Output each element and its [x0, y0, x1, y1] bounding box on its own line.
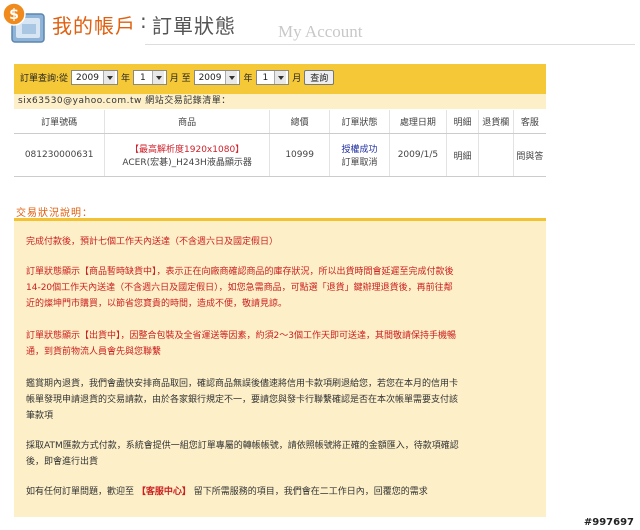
col-service: 客服 [513, 110, 546, 134]
month-to-label: 月 至 [169, 74, 191, 84]
from-year-select[interactable]: 2009 [71, 70, 118, 85]
table-header-row: 訂單號碼 商品 總價 訂單狀態 處理日期 明細 退貨欄 客服 [14, 110, 546, 134]
note-out-of-stock: 訂單狀態顯示【商品暫時缺貨中】，表示正在向廠商確認商品的庫存狀況，所以出貨時間會… [26, 267, 454, 309]
product-cell[interactable]: 【最高解析度1920x1080】 ACER(宏碁)_H243H液晶顯示器 [104, 133, 270, 177]
chevron-down-icon [102, 71, 115, 84]
page-subtitle: 訂單狀態 [152, 14, 236, 38]
page-header: $ 我的帳戶 : 訂單狀態 My Account [0, 0, 640, 60]
product-tag[interactable]: 【最高解析度1920x1080】 [106, 142, 268, 155]
wallet-dollar-icon: $ [2, 2, 48, 46]
chevron-down-icon [225, 71, 238, 84]
year-unit-label: 年 [120, 74, 130, 84]
status-cell: 授權成功 訂單取消 [329, 133, 390, 177]
search-button[interactable]: 查詢 [304, 70, 335, 85]
detail-link[interactable]: 明細 [446, 133, 479, 177]
order-query-bar: 訂單查詢:從 2009 年 1 月 至 2009 年 1 月 查詢 [14, 64, 546, 94]
note-returns: 鑑賞期內退貨，我們會盡快安排商品取回，確認商品無誤後儘速將信用卡款項刷退給您，若… [26, 379, 459, 421]
note-shipping: 訂單狀態顯示【出貨中】，因整合包裝及全省運送等因素，約須2～3個工作天即可送達，… [26, 331, 456, 357]
qa-link[interactable]: 問與答 [513, 133, 546, 177]
product-name[interactable]: ACER(宏碁)_H243H液晶顯示器 [106, 155, 268, 168]
orders-table: 訂單號碼 商品 總價 訂單狀態 處理日期 明細 退貨欄 客服 081230000… [14, 110, 546, 177]
svg-text:$: $ [9, 7, 19, 23]
status-authorized: 授權成功 [341, 145, 378, 155]
col-product: 商品 [104, 110, 270, 134]
notes-title: 交易狀況說明： [16, 208, 93, 219]
month-unit-label: 月 [292, 74, 302, 84]
page-title-english: My Account [278, 22, 363, 41]
query-label: 訂單查詢:從 [20, 74, 69, 84]
col-order-no: 訂單號碼 [14, 110, 106, 134]
title-separator: : [140, 9, 147, 33]
chevron-down-icon [151, 71, 164, 84]
col-return: 退貨欄 [478, 110, 514, 134]
note-atm: 採取ATM匯款方式付款，系統會提供一組您訂單專屬的轉帳帳號，請依照帳號將正確的金… [26, 441, 459, 467]
order-total: 10999 [269, 133, 331, 177]
return-cell [478, 133, 514, 177]
account-records-label: six63530@yahoo.com.tw 網站交易記錄清單： [14, 94, 546, 109]
col-detail: 明細 [446, 110, 479, 134]
note-contact: 如有任何訂單問題，歡迎至 【客服中心】 留下所需服務的項目，我們會在二工作日內，… [26, 487, 428, 497]
page-title: 我的帳戶 [52, 14, 136, 38]
customer-service-link[interactable]: 【客服中心】 [137, 487, 191, 497]
order-number: 081230000631 [14, 133, 106, 177]
status-cancelled: 訂單取消 [341, 158, 378, 168]
col-total: 總價 [269, 110, 331, 134]
from-month-select[interactable]: 1 [132, 70, 167, 85]
note-delivery: 完成付款後，預計七個工作天內送達（不含週六日及國定假日） [26, 237, 279, 247]
col-status: 訂單狀態 [329, 110, 390, 134]
chevron-down-icon [274, 71, 287, 84]
col-date: 處理日期 [389, 110, 448, 134]
year-unit-label: 年 [243, 74, 253, 84]
watermark-id: #997697 [583, 517, 634, 528]
header-divider [145, 44, 635, 45]
process-date: 2009/1/5 [389, 133, 448, 177]
to-month-select[interactable]: 1 [255, 70, 290, 85]
to-year-select[interactable]: 2009 [193, 70, 241, 85]
table-row: 081230000631 【最高解析度1920x1080】 ACER(宏碁)_H… [14, 133, 546, 177]
